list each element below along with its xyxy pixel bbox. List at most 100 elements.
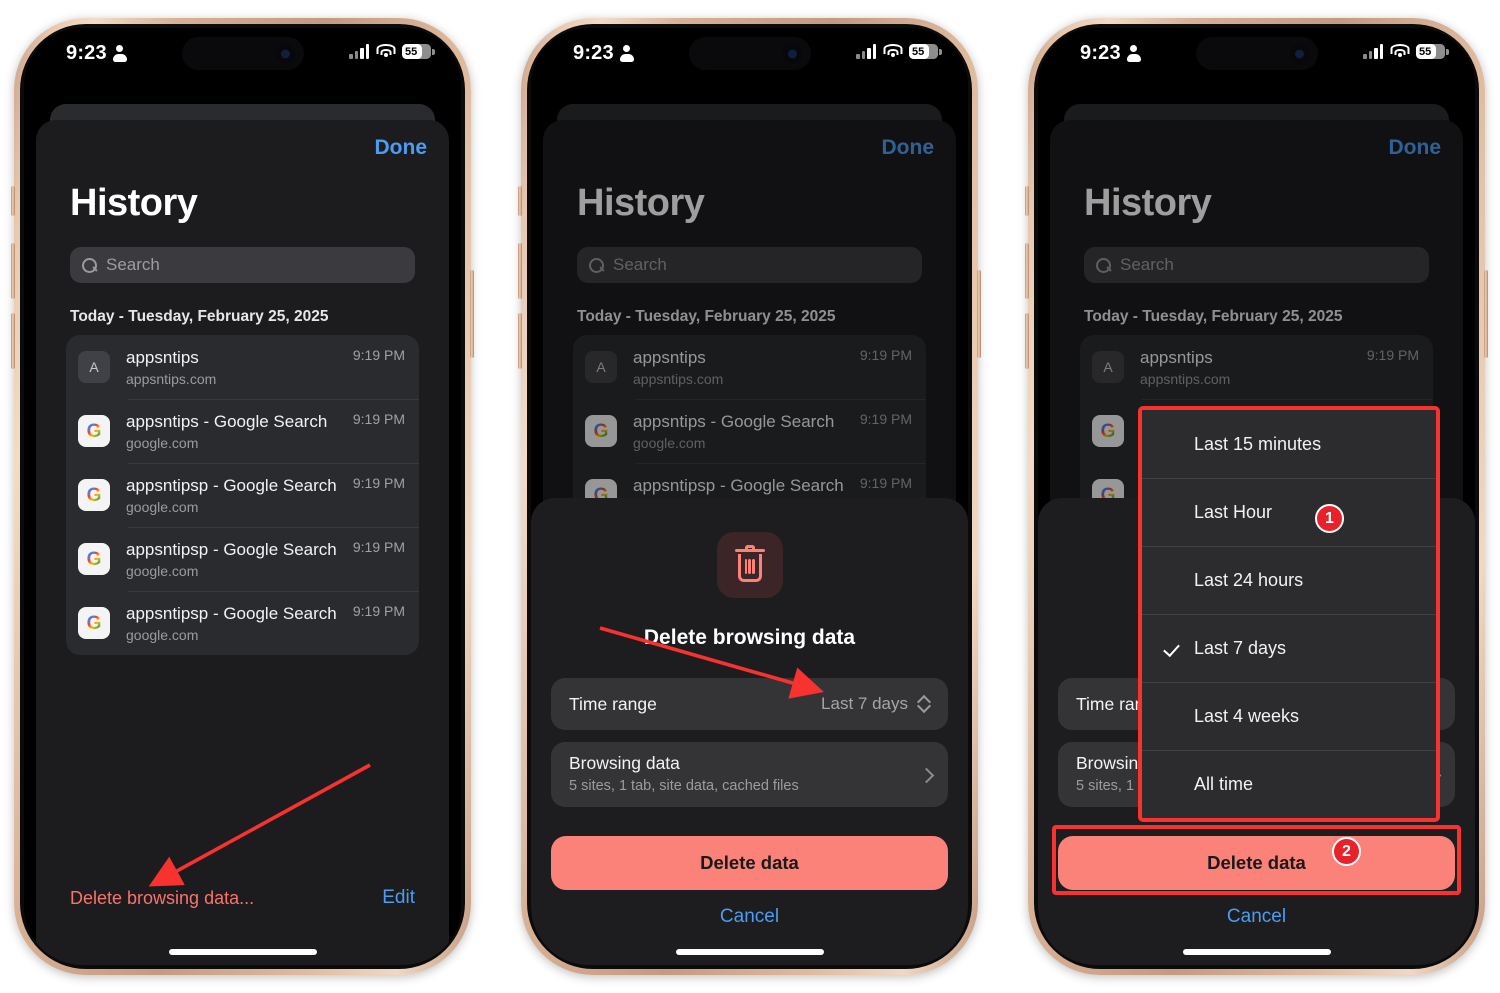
list-item-text: appsntips - Google Search google.com: [633, 412, 850, 451]
google-g-glyph: G: [1100, 420, 1116, 442]
edit-button[interactable]: Edit: [382, 887, 415, 909]
letter-favicon-icon: A: [78, 351, 110, 383]
delete-browsing-data-link[interactable]: Delete browsing data...: [70, 888, 254, 909]
list-item-text: appsntipsp - Google Search google.com: [126, 540, 343, 579]
menu-item-last-24-hours[interactable]: Last 24 hours: [1142, 546, 1436, 614]
status-indicators: 55: [1363, 44, 1449, 59]
volume-up-button[interactable]: [1025, 243, 1029, 299]
list-item[interactable]: G appsntipsp - Google Search google.com …: [66, 527, 419, 591]
list-item-time: 9:19 PM: [352, 475, 405, 491]
browsing-data-row[interactable]: Browsing data 5 sites, 1 tab, site data,…: [551, 742, 948, 807]
search-input[interactable]: Search: [70, 247, 415, 283]
browsing-data-label: Browsing data: [569, 753, 680, 773]
menu-item-label: Last 4 weeks: [1194, 705, 1300, 726]
home-indicator[interactable]: [1182, 949, 1331, 955]
list-item-title: appsntips: [633, 347, 706, 367]
list-item-site: appsntips.com: [1140, 370, 1231, 387]
person-icon: [1126, 45, 1141, 62]
phone-screen: Done History Search Today - Tuesday, Feb…: [531, 28, 968, 965]
delete-data-button[interactable]: Delete data: [551, 836, 948, 890]
clock-label: 9:23: [66, 42, 107, 64]
google-g-glyph: G: [593, 420, 609, 442]
list-item-text: appsntips appsntips.com: [1140, 348, 1357, 387]
list-item-text: appsntips appsntips.com: [126, 348, 343, 387]
list-item[interactable]: G appsntipsp - Google Search google.com …: [66, 591, 419, 655]
list-item[interactable]: A appsntips appsntips.com 9:19 PM: [66, 335, 419, 399]
menu-item-last-7-days[interactable]: Last 7 days: [1142, 614, 1436, 682]
wifi-icon: [1390, 44, 1409, 59]
mute-switch[interactable]: [11, 186, 15, 216]
status-indicators: 55: [856, 44, 942, 59]
power-button[interactable]: [1484, 270, 1488, 358]
status-indicators: 55: [349, 44, 435, 59]
list-item-time: 9:19 PM: [1366, 347, 1419, 363]
cancel-button[interactable]: Cancel: [1038, 906, 1475, 928]
done-button[interactable]: Done: [1389, 136, 1442, 160]
cellular-signal-icon: [349, 44, 369, 59]
search-icon: [82, 257, 97, 273]
list-item-site: google.com: [126, 498, 199, 515]
dynamic-island: [181, 37, 304, 70]
battery-icon: 55: [909, 44, 942, 59]
google-favicon-icon: G: [78, 479, 110, 511]
menu-item-label: Last 24 hours: [1194, 569, 1304, 590]
list-item[interactable]: A appsntips appsntips.com 9:19 PM: [1080, 335, 1433, 399]
search-input[interactable]: Search: [1084, 247, 1429, 283]
phone-1-history-screen: Done History Search Today - Tuesday, Feb…: [11, 18, 474, 975]
list-item-text: appsntips - Google Search google.com: [126, 412, 343, 451]
battery-icon: 55: [402, 44, 435, 59]
list-item[interactable]: G appsntipsp - Google Search google.com …: [66, 463, 419, 527]
mute-switch[interactable]: [1025, 186, 1029, 216]
front-camera-icon: [782, 44, 802, 63]
list-item[interactable]: G appsntips - Google Search google.com 9…: [66, 399, 419, 463]
home-indicator[interactable]: [675, 949, 824, 955]
home-indicator[interactable]: [168, 949, 317, 955]
list-item-time: 9:19 PM: [352, 539, 405, 555]
status-time: 9:23: [1080, 42, 1141, 65]
list-item-time: 9:19 PM: [859, 411, 912, 427]
status-bar: 9:23 55: [531, 28, 968, 86]
step-badge-1: 1: [1315, 504, 1344, 533]
volume-up-button[interactable]: [518, 243, 522, 299]
time-range-label: Time range: [569, 693, 657, 714]
day-header: Today - Tuesday, February 25, 2025: [1084, 308, 1343, 325]
time-range-dropdown-menu: Last 15 minutes Last Hour Last 24 hours …: [1138, 406, 1440, 822]
list-item-title: appsntips - Google Search: [126, 411, 328, 431]
power-button[interactable]: [470, 270, 474, 358]
time-range-value: Last 7 days: [821, 694, 908, 713]
google-favicon-icon: G: [78, 415, 110, 447]
browsing-data-subtitle: 5 sites, 1 tab, site data, cached files: [569, 778, 799, 794]
list-item-site: appsntips.com: [633, 370, 724, 387]
menu-item-label: Last Hour: [1194, 501, 1273, 522]
done-button[interactable]: Done: [882, 136, 935, 160]
screenshot-canvas: Done History Search Today - Tuesday, Feb…: [0, 0, 1500, 993]
dynamic-island: [688, 37, 811, 70]
volume-up-button[interactable]: [11, 243, 15, 299]
list-item[interactable]: G appsntips - Google Search google.com 9…: [573, 399, 926, 463]
list-item[interactable]: A appsntips appsntips.com 9:19 PM: [573, 335, 926, 399]
step-badge-2: 2: [1332, 837, 1361, 866]
volume-down-button[interactable]: [1025, 313, 1029, 369]
menu-item-all-time[interactable]: All time: [1142, 750, 1436, 818]
done-button[interactable]: Done: [375, 136, 428, 160]
menu-item-last-15-minutes[interactable]: Last 15 minutes: [1142, 410, 1436, 478]
trash-icon: [716, 532, 783, 598]
status-time: 9:23: [573, 42, 634, 65]
time-range-row[interactable]: Time range Last 7 days: [551, 678, 948, 730]
battery-percent-label: 55: [405, 45, 418, 58]
mute-switch[interactable]: [518, 186, 522, 216]
phone-3-time-range-menu-screen: Done History Search Today - Tuesday, Feb…: [1025, 18, 1488, 975]
menu-item-last-4-weeks[interactable]: Last 4 weeks: [1142, 682, 1436, 750]
status-time: 9:23: [66, 42, 127, 65]
day-header: Today - Tuesday, February 25, 2025: [70, 308, 329, 325]
letter-favicon-icon: A: [1092, 351, 1124, 383]
volume-down-button[interactable]: [11, 313, 15, 369]
battery-icon: 55: [1416, 44, 1449, 59]
cancel-button[interactable]: Cancel: [531, 906, 968, 928]
search-input[interactable]: Search: [577, 247, 922, 283]
menu-item-last-hour[interactable]: Last Hour: [1142, 478, 1436, 546]
power-button[interactable]: [977, 270, 981, 358]
time-range-value-group: Last 7 days: [821, 694, 930, 714]
front-camera-icon: [1289, 44, 1309, 63]
volume-down-button[interactable]: [518, 313, 522, 369]
